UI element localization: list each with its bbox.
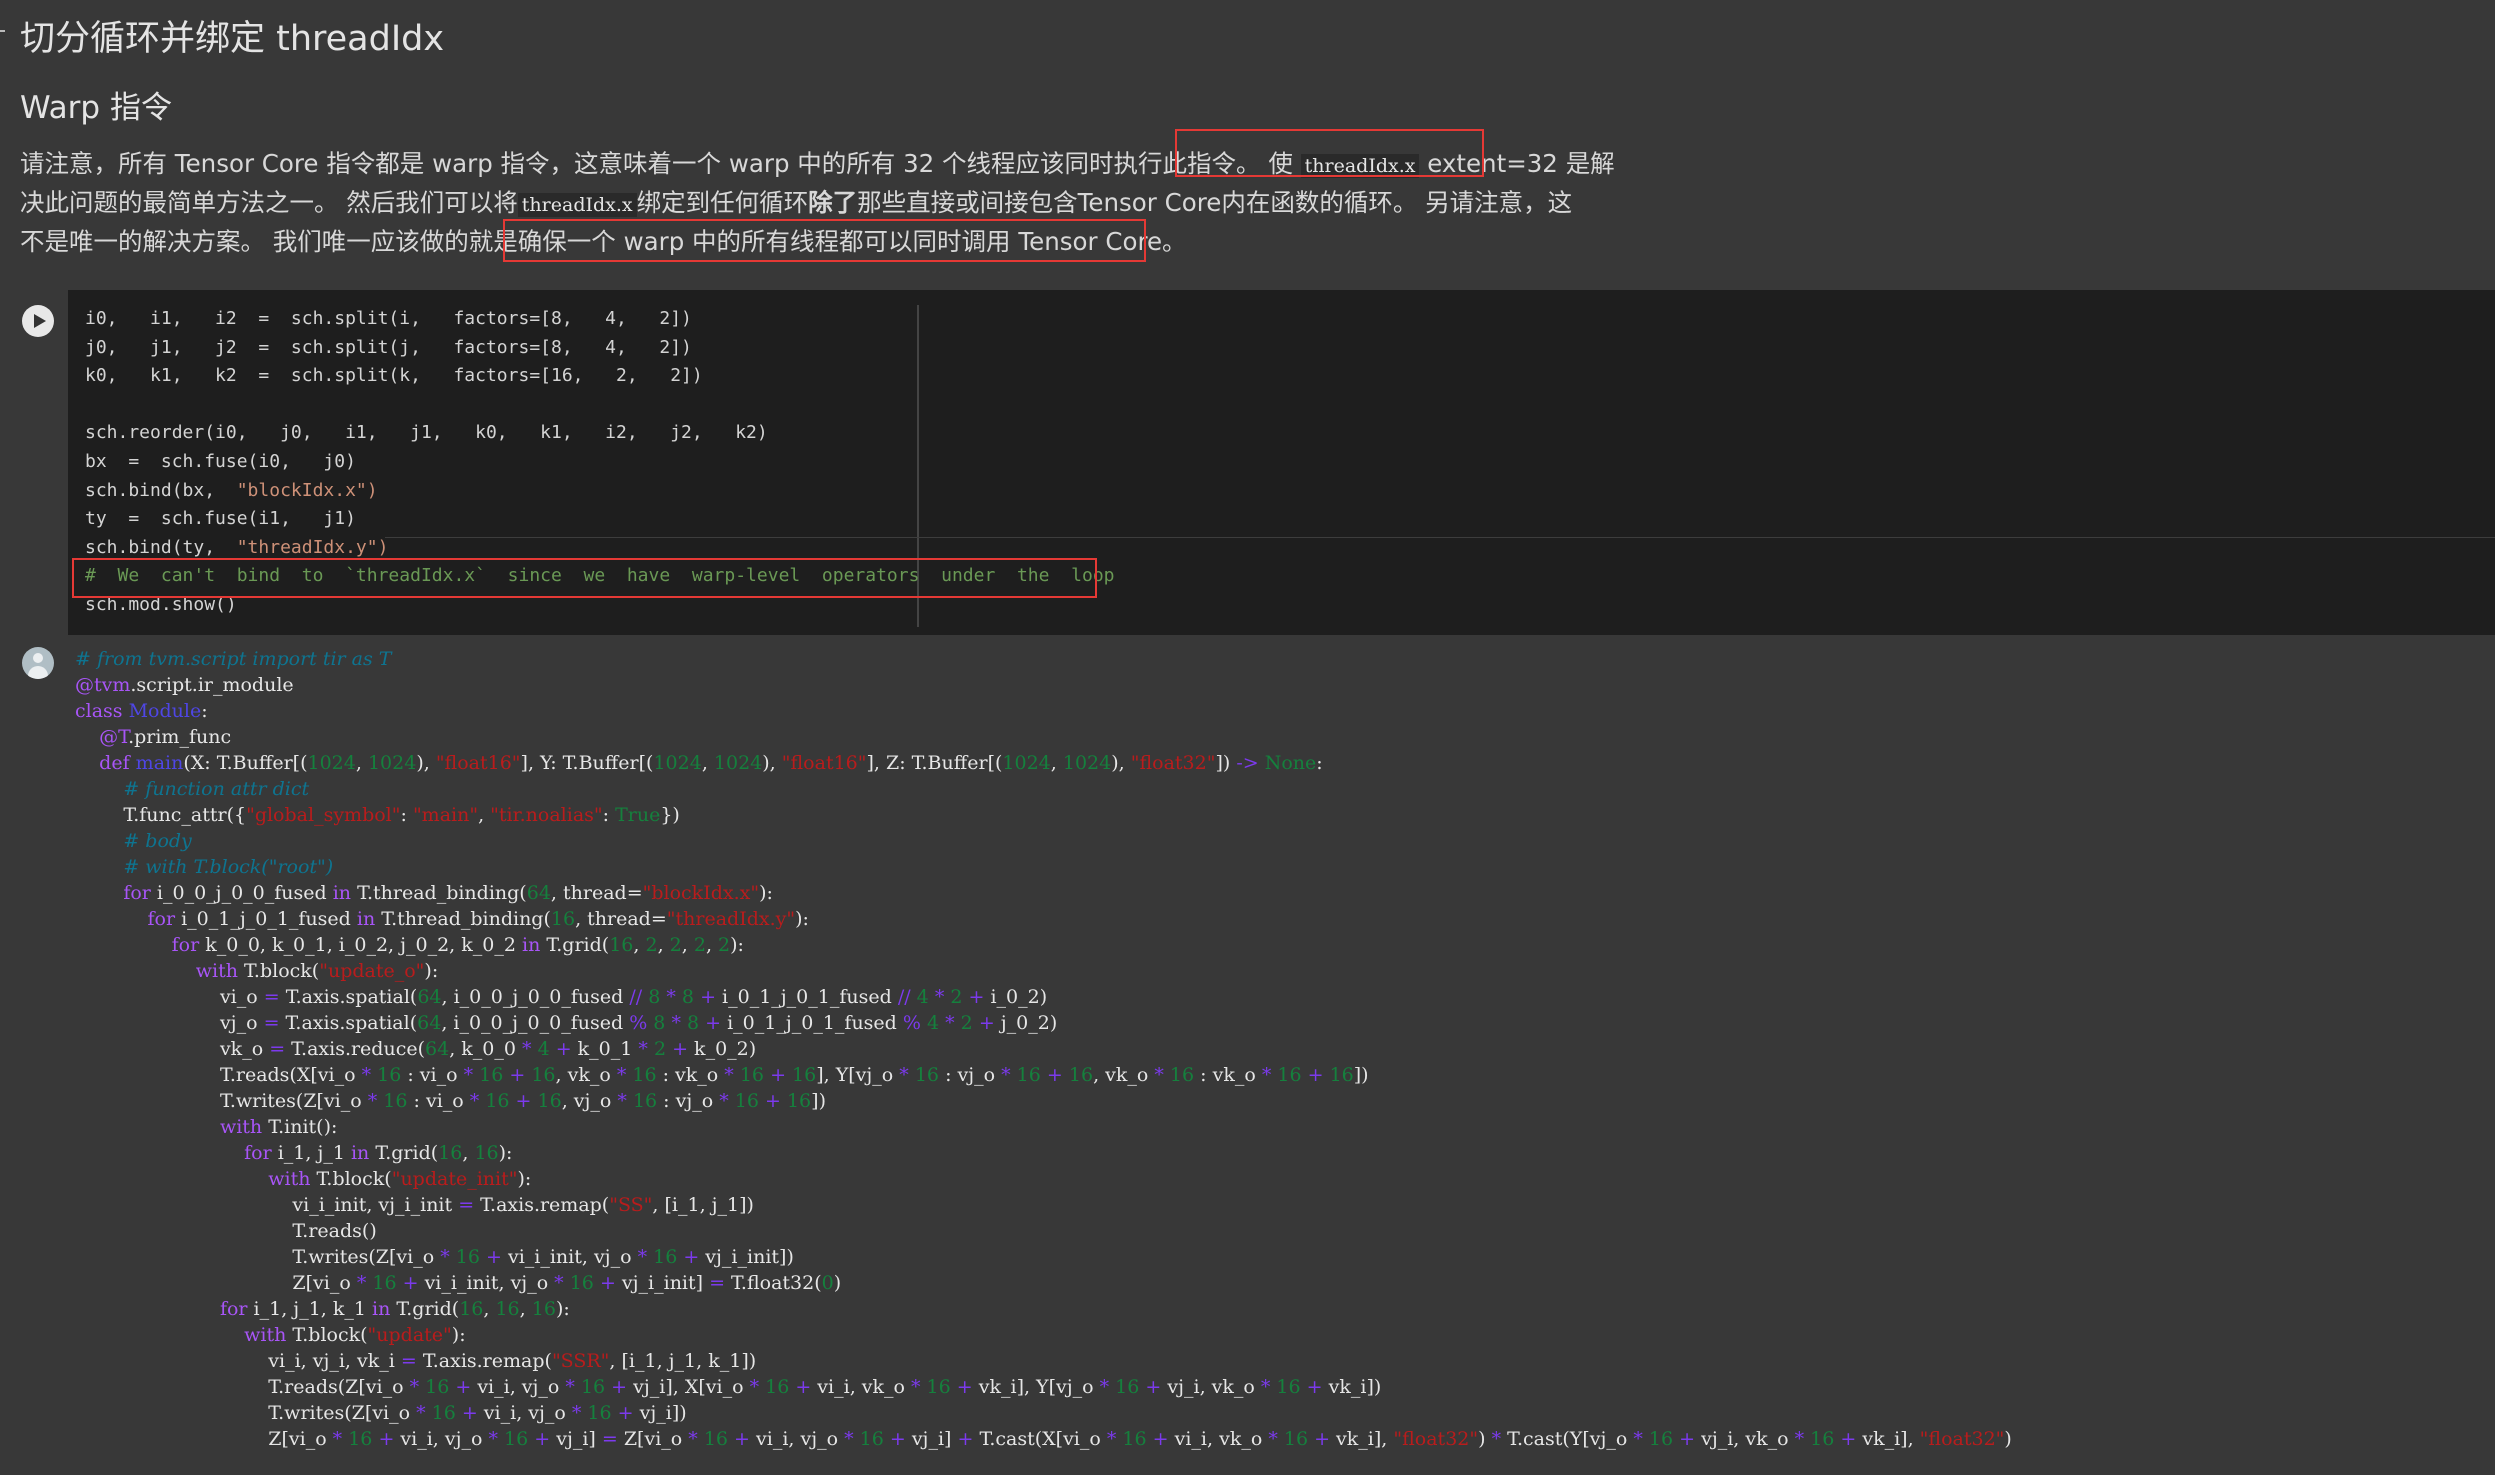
printed-ir-module: # from tvm.script import tir as T @tvm.s… (75, 648, 2012, 1450)
cell-gutter (8, 290, 68, 635)
section-subtitle: Warp 指令 (20, 90, 172, 126)
inline-code-threadidx: threadIdx.x (1300, 154, 1420, 178)
code-editor[interactable]: i0, i1, i2 = sch.split(i, factors=[8, 4,… (85, 305, 1115, 620)
explanation-paragraph: 请注意，所有 Tensor Core 指令都是 warp 指令，这意味着一个 w… (20, 144, 1615, 261)
output-area: # from tvm.script import tir as T @tvm.s… (0, 635, 2495, 1475)
para-line-1: 请注意，所有 Tensor Core 指令都是 warp 指令，这意味着一个 w… (20, 149, 1615, 178)
code-cell[interactable]: i0, i1, i2 = sch.split(i, factors=[8, 4,… (8, 290, 2495, 635)
cell-edge-marker (0, 30, 5, 32)
markdown-cell: 切分循环并绑定 threadIdx Warp 指令 请注意，所有 Tensor … (0, 0, 2495, 290)
para-line-2: 决此问题的最简单方法之一。 然后我们可以将 threadIdx.x 绑定到任何循环除… (20, 188, 1573, 217)
run-cell-button[interactable] (22, 305, 54, 337)
inline-code-threadidx: threadIdx.x (517, 193, 637, 217)
para-line-3: 不是唯一的解决方案。 我们唯一应该做的就是确保一个 warp 中的所有线程都可以… (20, 227, 1187, 256)
section-title: 切分循环并绑定 threadIdx (20, 19, 445, 59)
code-comment: # We can't bind to `threadIdx.x` since w… (85, 565, 1115, 587)
output-avatar-icon (22, 647, 54, 679)
